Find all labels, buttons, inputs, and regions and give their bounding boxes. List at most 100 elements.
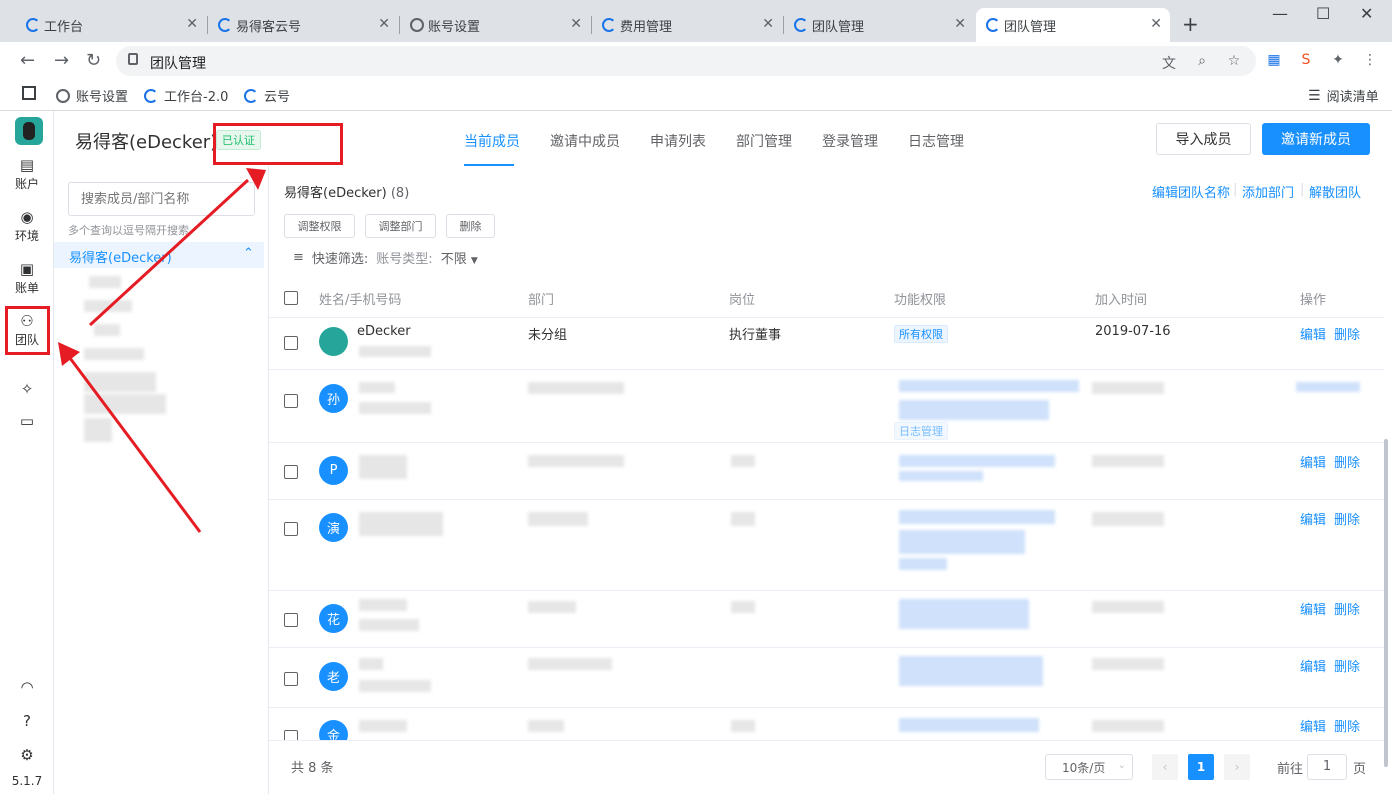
prev-page-button[interactable]: ‹ bbox=[1152, 754, 1178, 780]
delete-button[interactable]: 删除 bbox=[446, 214, 495, 238]
bookmark-item[interactable]: 云号 bbox=[244, 86, 290, 105]
tab-current-members[interactable]: 当前成员 bbox=[464, 131, 520, 151]
bookmark-item[interactable]: 账号设置 bbox=[56, 86, 128, 105]
browser-tab[interactable]: 费用管理 ✕ bbox=[592, 8, 782, 42]
extension-s-icon[interactable]: S bbox=[1298, 52, 1314, 68]
close-window-button[interactable]: ✕ bbox=[1360, 4, 1373, 23]
page-size-select[interactable]: 10条/页 ⌄ bbox=[1045, 754, 1133, 780]
tab-departments[interactable]: 部门管理 bbox=[736, 131, 792, 151]
edit-link[interactable]: 编辑 bbox=[1300, 324, 1326, 343]
row-checkbox[interactable] bbox=[284, 730, 298, 740]
reading-list[interactable]: ☰ 阅读清单 bbox=[1308, 86, 1379, 106]
edit-team-name-link[interactable]: 编辑团队名称 bbox=[1152, 182, 1230, 201]
translate-icon[interactable]: 文 bbox=[1161, 53, 1177, 72]
blurred-tree-item[interactable] bbox=[84, 372, 156, 392]
delete-link[interactable]: 删除 bbox=[1334, 599, 1360, 618]
new-tab-button[interactable]: + bbox=[1182, 12, 1199, 36]
close-tab-icon[interactable]: ✕ bbox=[954, 16, 966, 32]
avatar: 金 bbox=[319, 720, 348, 740]
tab-login-management[interactable]: 登录管理 bbox=[822, 131, 878, 151]
import-members-button[interactable]: 导入成员 bbox=[1156, 123, 1251, 155]
rail-item-environment[interactable]: ◉ 环境 bbox=[0, 209, 54, 244]
page-number-current[interactable]: 1 bbox=[1188, 754, 1214, 780]
blurred-tree-item[interactable] bbox=[94, 324, 120, 336]
browser-tab[interactable]: 易得客云号 ✕ bbox=[208, 8, 398, 42]
rail-item-support[interactable]: ◠ bbox=[0, 679, 54, 697]
blurred-tree-item[interactable] bbox=[84, 300, 132, 312]
dissolve-team-link[interactable]: 解散团队 bbox=[1309, 182, 1361, 201]
reload-button[interactable]: ↻ bbox=[86, 50, 101, 71]
select-all-checkbox[interactable] bbox=[284, 291, 298, 305]
apps-icon[interactable] bbox=[22, 86, 36, 100]
row-checkbox[interactable] bbox=[284, 613, 298, 627]
delete-link[interactable]: 删除 bbox=[1334, 324, 1360, 343]
edit-link[interactable]: 编辑 bbox=[1300, 452, 1326, 471]
tree-root-node[interactable]: 易得客(eDecker) ⌃ bbox=[54, 242, 264, 268]
table-scrollbar[interactable] bbox=[1384, 439, 1388, 767]
rail-item-extensions[interactable]: ✧ bbox=[0, 381, 54, 399]
blurred-tree-item[interactable] bbox=[84, 348, 144, 360]
adjust-department-button[interactable]: 调整部门 bbox=[365, 214, 436, 238]
account-type-select[interactable]: 不限 ▼ bbox=[441, 248, 478, 267]
address-bar[interactable]: 团队管理 文 ⌕ ☆ bbox=[116, 46, 1256, 76]
blurred-phone bbox=[359, 346, 431, 357]
star-icon[interactable]: ☆ bbox=[1226, 53, 1242, 69]
rail-item-account[interactable]: ▤ 账户 bbox=[0, 157, 54, 192]
rail-item-billing[interactable]: ▣ 账单 bbox=[0, 261, 54, 296]
add-department-link[interactable]: 添加部门 bbox=[1242, 182, 1294, 201]
delete-link[interactable]: 删除 bbox=[1334, 509, 1360, 528]
tab-invited-members[interactable]: 邀请中成员 bbox=[550, 131, 620, 151]
close-tab-icon[interactable]: ✕ bbox=[186, 16, 198, 32]
goto-page-input[interactable]: 1 bbox=[1307, 754, 1347, 780]
browser-tab[interactable]: 团队管理 ✕ bbox=[784, 8, 974, 42]
zoom-icon[interactable]: ⌕ bbox=[1194, 53, 1210, 69]
delete-link[interactable]: 删除 bbox=[1334, 716, 1360, 735]
edit-link[interactable]: 编辑 bbox=[1300, 656, 1326, 675]
row-checkbox[interactable] bbox=[284, 465, 298, 479]
forward-button[interactable]: → bbox=[54, 50, 69, 71]
next-page-button[interactable]: › bbox=[1224, 754, 1250, 780]
browser-tab[interactable]: 工作台 ✕ bbox=[16, 8, 206, 42]
blurred-tree-item[interactable] bbox=[84, 418, 112, 442]
blurred-tree-item[interactable] bbox=[84, 394, 166, 414]
member-search-input[interactable] bbox=[69, 183, 219, 215]
back-button[interactable]: ← bbox=[20, 50, 35, 71]
row-checkbox[interactable] bbox=[284, 672, 298, 686]
close-tab-icon[interactable]: ✕ bbox=[378, 16, 390, 32]
row-checkbox[interactable] bbox=[284, 522, 298, 536]
edit-link[interactable]: 编辑 bbox=[1300, 716, 1326, 735]
close-tab-icon[interactable]: ✕ bbox=[570, 16, 582, 32]
table-row: 演 编辑 删除 bbox=[269, 500, 1384, 591]
app-logo[interactable] bbox=[15, 117, 43, 145]
bookmark-item[interactable]: 工作台-2.0 bbox=[144, 86, 228, 105]
browser-tab-active[interactable]: 团队管理 ✕ bbox=[976, 8, 1170, 42]
chevron-up-icon[interactable]: ⌃ bbox=[243, 246, 254, 261]
close-tab-icon[interactable]: ✕ bbox=[1150, 16, 1162, 32]
blurred-tree-item[interactable] bbox=[89, 276, 121, 288]
rail-item-messages[interactable]: ▭ bbox=[0, 413, 54, 431]
rail-item-settings[interactable]: ⚙ bbox=[0, 747, 54, 765]
blurred-actions bbox=[1296, 382, 1360, 392]
row-checkbox[interactable] bbox=[284, 394, 298, 408]
tab-logs[interactable]: 日志管理 bbox=[908, 131, 964, 151]
tab-applications[interactable]: 申请列表 bbox=[650, 131, 706, 151]
member-search-box[interactable] bbox=[68, 182, 255, 216]
search-hint: 多个查询以逗号隔开搜索 bbox=[68, 224, 189, 237]
rail-item-help[interactable]: ? bbox=[0, 713, 54, 731]
close-tab-icon[interactable]: ✕ bbox=[762, 16, 774, 32]
edit-link[interactable]: 编辑 bbox=[1300, 599, 1326, 618]
adjust-permissions-button[interactable]: 调整权限 bbox=[284, 214, 355, 238]
maximize-button[interactable]: ☐ bbox=[1316, 4, 1330, 23]
delete-link[interactable]: 删除 bbox=[1334, 452, 1360, 471]
invite-member-button[interactable]: 邀请新成员 bbox=[1262, 123, 1370, 155]
puzzle-icon[interactable]: ✦ bbox=[1330, 52, 1346, 68]
extension-grid-icon[interactable]: ▦ bbox=[1266, 52, 1282, 68]
member-list-panel: 易得客(eDecker) (8) 编辑团队名称 | 添加部门 | 解散团队 调整… bbox=[269, 166, 1392, 794]
menu-dots-icon[interactable]: ⋮ bbox=[1362, 52, 1378, 68]
row-checkbox[interactable] bbox=[284, 336, 298, 350]
minimize-button[interactable]: — bbox=[1272, 4, 1288, 23]
browser-tab[interactable]: 账号设置 ✕ bbox=[400, 8, 590, 42]
delete-link[interactable]: 删除 bbox=[1334, 656, 1360, 675]
edit-link[interactable]: 编辑 bbox=[1300, 509, 1326, 528]
column-header: 功能权限 bbox=[894, 293, 947, 308]
